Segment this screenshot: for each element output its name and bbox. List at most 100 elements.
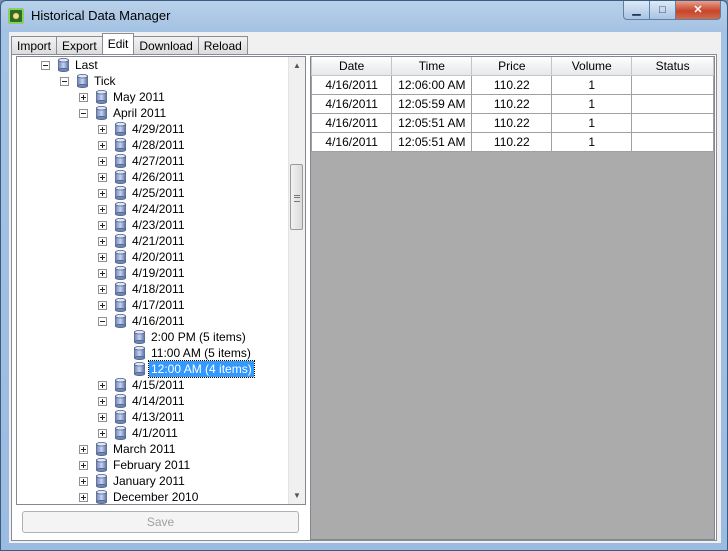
tree-item-label: 4/13/2011 — [132, 410, 185, 424]
minimize-button[interactable]: ▁ — [623, 1, 650, 20]
save-button[interactable]: Save — [22, 511, 299, 533]
maximize-button[interactable]: □ — [650, 1, 676, 20]
tab-import[interactable]: Import — [11, 36, 57, 54]
expand-icon[interactable] — [98, 125, 107, 134]
tree-scrollbar[interactable]: ▲ ▼ — [288, 57, 305, 504]
table-cell[interactable]: 12:05:59 AM — [391, 94, 473, 114]
table-cell[interactable]: 110.22 — [471, 113, 553, 133]
tree-item-label: 4/15/2011 — [132, 378, 185, 392]
window-title: Historical Data Manager — [31, 8, 171, 23]
tree-item-label: 4/21/2011 — [132, 234, 185, 248]
column-header-status[interactable]: Status — [631, 57, 714, 76]
database-icon — [115, 378, 126, 392]
data-tree[interactable]: December 2010 January 2011 February 2011 Ma… — [16, 56, 306, 505]
tree-item-label: 4/18/2011 — [132, 282, 185, 296]
column-header-date[interactable]: Date — [310, 57, 393, 76]
database-icon — [115, 234, 126, 248]
table-cell[interactable]: 4/16/2011 — [310, 94, 393, 114]
tree-item-label: April 2011 — [113, 106, 167, 120]
collapse-icon[interactable] — [98, 317, 107, 326]
expand-icon[interactable] — [98, 141, 107, 150]
tab-edit[interactable]: Edit — [101, 33, 135, 54]
table-row[interactable]: 4/16/2011 12:05:51 AM 110.22 1 — [310, 113, 714, 133]
expand-icon[interactable] — [98, 301, 107, 310]
expand-icon[interactable] — [79, 445, 88, 454]
expand-icon[interactable] — [79, 493, 88, 502]
column-header-price[interactable]: Price — [471, 57, 553, 76]
expand-icon[interactable] — [98, 269, 107, 278]
expand-icon[interactable] — [98, 237, 107, 246]
table-cell[interactable]: 1 — [551, 75, 633, 95]
database-icon — [96, 490, 107, 504]
database-icon — [115, 154, 126, 168]
scroll-up-arrow[interactable]: ▲ — [289, 57, 305, 74]
expand-icon[interactable] — [79, 477, 88, 486]
collapse-icon[interactable] — [41, 61, 50, 70]
column-header-volume[interactable]: Volume — [551, 57, 633, 76]
table-cell[interactable] — [631, 94, 714, 114]
table-row[interactable]: 4/16/2011 12:05:59 AM 110.22 1 — [310, 94, 714, 114]
table-cell[interactable]: 12:05:51 AM — [391, 113, 473, 133]
expand-icon[interactable] — [98, 413, 107, 422]
collapse-icon[interactable] — [79, 109, 88, 118]
table-cell[interactable]: 12:05:51 AM — [391, 132, 473, 152]
caption-buttons: ▁ □ ✕ — [623, 1, 721, 21]
expand-icon[interactable] — [98, 189, 107, 198]
database-icon — [115, 218, 126, 232]
tab-reload[interactable]: Reload — [197, 36, 248, 54]
table-cell[interactable]: 4/16/2011 — [310, 113, 393, 133]
tree-item-label: 4/28/2011 — [132, 138, 185, 152]
data-grid[interactable]: Date Time Price Volume Status 4/16/2011 12:06… — [310, 56, 715, 540]
tree-item-label: 4/23/2011 — [132, 218, 185, 232]
expand-icon[interactable] — [98, 221, 107, 230]
tab-download[interactable]: Download — [134, 36, 198, 54]
table-cell[interactable]: 12:06:00 AM — [391, 75, 473, 95]
client-area: Import Export Edit Download Reload December … — [9, 32, 721, 543]
expand-icon[interactable] — [79, 461, 88, 470]
tree-item-label: January 2011 — [113, 474, 185, 488]
expand-icon[interactable] — [98, 381, 107, 390]
database-icon — [134, 362, 145, 376]
expand-icon[interactable] — [98, 429, 107, 438]
table-cell[interactable]: 1 — [551, 132, 633, 152]
expand-icon[interactable] — [98, 285, 107, 294]
expand-icon[interactable] — [98, 397, 107, 406]
table-cell[interactable] — [631, 113, 714, 133]
tree-item-label: Tick — [94, 74, 116, 88]
expand-icon[interactable] — [98, 205, 107, 214]
thumb-grip-icon — [294, 195, 300, 202]
scroll-thumb[interactable] — [290, 164, 303, 230]
scroll-down-arrow[interactable]: ▼ — [289, 487, 305, 504]
expand-icon[interactable] — [98, 173, 107, 182]
table-row[interactable]: 4/16/2011 12:06:00 AM 110.22 1 — [310, 75, 714, 95]
table-header-row: Date Time Price Volume Status — [310, 57, 714, 76]
table-cell[interactable]: 4/16/2011 — [310, 132, 393, 152]
tree-item-label: February 2011 — [113, 458, 191, 472]
table-body: 4/16/2011 12:06:00 AM 110.22 1 4/16/2011 12:0… — [310, 75, 714, 152]
tree-item-label: 4/24/2011 — [132, 202, 185, 216]
title-bar[interactable]: Historical Data Manager ▁ □ ✕ — [1, 1, 727, 31]
table-cell[interactable]: 110.22 — [471, 132, 553, 152]
database-icon — [96, 474, 107, 488]
table-cell[interactable]: 4/16/2011 — [310, 75, 393, 95]
expand-icon[interactable] — [98, 157, 107, 166]
table-cell[interactable] — [631, 75, 714, 95]
table-cell[interactable]: 1 — [551, 113, 633, 133]
tree-item-label: 4/20/2011 — [132, 250, 185, 264]
table-cell[interactable] — [631, 132, 714, 152]
expand-icon[interactable] — [98, 253, 107, 262]
database-icon — [58, 58, 69, 72]
table-cell[interactable]: 1 — [551, 94, 633, 114]
tree-item-label: 4/27/2011 — [132, 154, 185, 168]
tab-export[interactable]: Export — [56, 36, 102, 54]
table-row[interactable]: 4/16/2011 12:05:51 AM 110.22 1 — [310, 132, 714, 152]
database-icon — [115, 170, 126, 184]
table-cell[interactable]: 110.22 — [471, 75, 553, 95]
table-cell[interactable]: 110.22 — [471, 94, 553, 114]
close-button[interactable]: ✕ — [676, 1, 721, 20]
column-header-time[interactable]: Time — [391, 57, 473, 76]
tree-item-label: 4/1/2011 — [132, 426, 178, 440]
tree-item-label: 4/17/2011 — [132, 298, 185, 312]
collapse-icon[interactable] — [60, 77, 69, 86]
expand-icon[interactable] — [79, 93, 88, 102]
